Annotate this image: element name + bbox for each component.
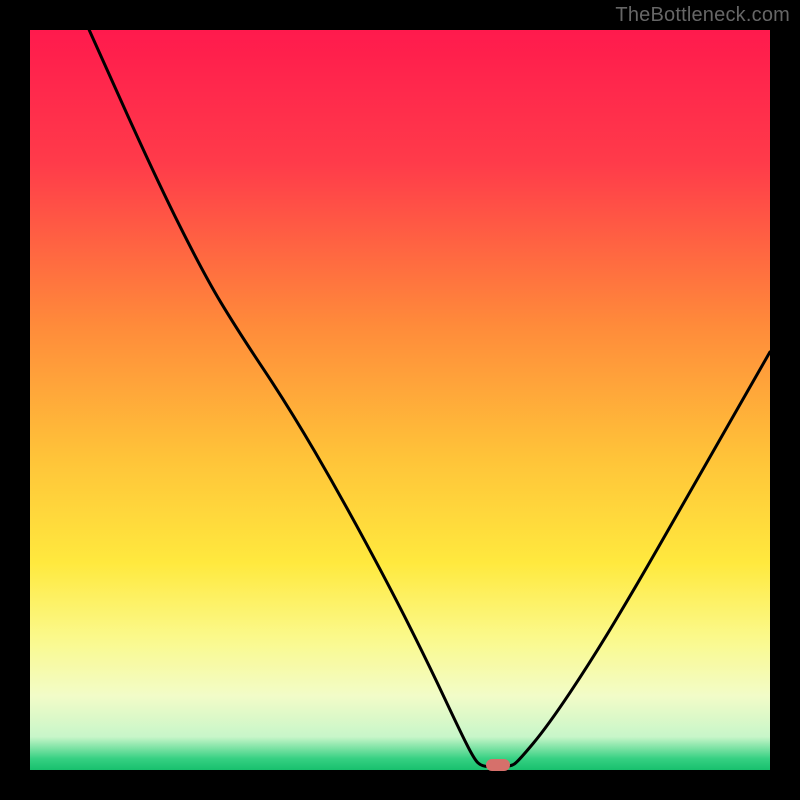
chart-plot-area: [30, 30, 770, 770]
chart-frame: TheBottleneck.com: [0, 0, 800, 800]
watermark-text: TheBottleneck.com: [615, 4, 790, 27]
optimum-marker: [486, 759, 510, 771]
chart-background-gradient: [30, 30, 770, 770]
chart-svg: [30, 30, 770, 770]
